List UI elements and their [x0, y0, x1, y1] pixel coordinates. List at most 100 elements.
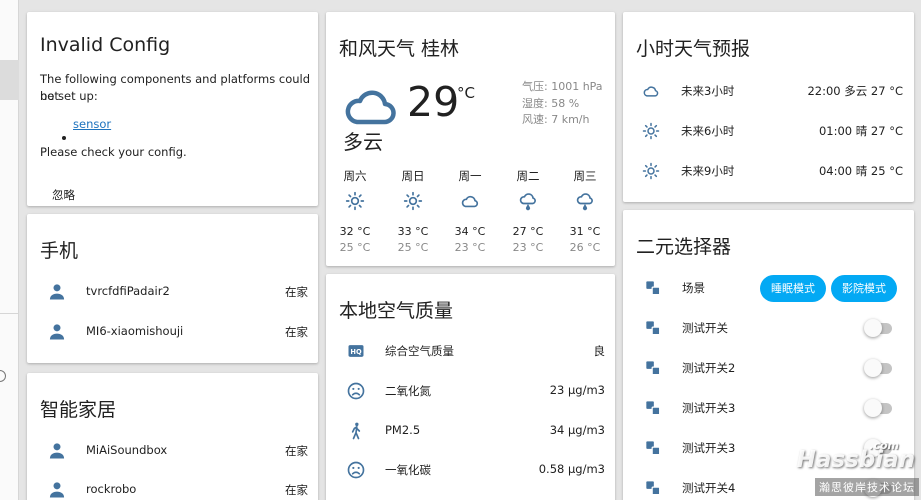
switch-label: 测试开关2 — [682, 361, 736, 375]
sidebar-edge — [0, 0, 19, 500]
entity-name: 一氧化碳 — [385, 463, 431, 477]
hourly-value: 04:00 晴 25 °C — [818, 164, 903, 178]
list-bullet — [62, 136, 66, 140]
info-icon[interactable] — [0, 370, 6, 382]
weather-card[interactable]: 和风天气 桂林 29 °C 多云 气压: 1001 hPa 湿度: 58 % 风… — [326, 12, 615, 266]
scene-icon — [646, 281, 661, 296]
entity-row[interactable]: 一氧化碳 0.58 μg/m3 — [326, 450, 615, 490]
wind-speed: 风速: 7 km/h — [522, 113, 590, 126]
forecast-day: 周三 31 °C 26 °C — [562, 168, 608, 254]
card-title: 智能家居 — [40, 399, 117, 421]
cloudy-icon — [461, 195, 479, 208]
component-link-sensor[interactable]: sensor — [73, 117, 111, 131]
rainy-icon — [519, 193, 536, 211]
entity-name: MiAiSoundbox — [86, 443, 168, 457]
forecast-high: 33 °C — [397, 225, 429, 238]
person-icon — [49, 482, 65, 498]
card-title: 本地空气质量 — [339, 300, 454, 322]
dismiss-button[interactable]: 忽略 — [52, 187, 75, 203]
entity-state: 23 μg/m3 — [549, 383, 605, 397]
switch-icon — [646, 401, 661, 416]
forecast-low: 25 °C — [339, 241, 371, 254]
config-message-cont: be set up: — [40, 89, 98, 103]
person-icon — [49, 324, 65, 340]
entity-state: 在家 — [285, 325, 308, 339]
hourly-label: 未来3小时 — [681, 84, 735, 98]
hourly-row[interactable]: 未来9小时 04:00 晴 25 °C — [623, 151, 914, 191]
toggle-switch[interactable] — [864, 319, 894, 337]
current-condition: 多云 — [343, 130, 383, 154]
forecast-low: 23 °C — [512, 241, 544, 254]
switch-icon — [646, 321, 661, 336]
phone-card: 手机 tvrcfdfiPadair2 在家 MI6-xiaomishouji 在… — [27, 214, 318, 363]
entity-row[interactable]: HQ 综合空气质量 良 — [326, 331, 615, 371]
sunny-icon — [642, 122, 660, 140]
sidebar-selected-item[interactable] — [0, 60, 19, 100]
toggle-switch[interactable] — [864, 399, 894, 417]
forecast-day: 周六 32 °C 25 °C — [332, 168, 378, 254]
switch-label: 测试开关3 — [682, 401, 736, 415]
walking-icon — [351, 422, 361, 440]
person-icon — [49, 284, 65, 300]
entity-row[interactable]: tvrcfdfiPadair2 在家 — [27, 272, 318, 312]
switch-label: 测试开关 — [682, 321, 728, 335]
hourly-row[interactable]: 未来6小时 01:00 晴 27 °C — [623, 111, 914, 151]
sunny-icon — [403, 191, 423, 211]
humidity: 湿度: 58 % — [522, 97, 580, 110]
cloudy-icon — [643, 86, 659, 97]
air-quality-card: 本地空气质量 HQ 综合空气质量 良 二氧化氮 23 μg/m3 PM2.5 3… — [326, 274, 615, 500]
entity-state: 在家 — [285, 444, 308, 458]
hq-icon: HQ — [348, 345, 364, 357]
entity-name: tvrcfdfiPadair2 — [86, 284, 170, 298]
temperature-unit: °C — [457, 84, 475, 102]
entity-row[interactable]: rockrobo 在家 — [27, 470, 318, 500]
forecast-high: 32 °C — [339, 225, 371, 238]
current-temperature: 29 — [407, 78, 460, 126]
entity-name: 二氧化氮 — [385, 384, 431, 398]
person-icon — [49, 443, 65, 459]
toggle-switch[interactable] — [864, 359, 894, 377]
forecast-high: 31 °C — [569, 225, 601, 238]
forecast-day-name: 周六 — [343, 169, 367, 183]
sunny-icon — [642, 162, 660, 180]
entity-name: MI6-xiaomishouji — [86, 324, 184, 338]
pressure: 气压: 1001 hPa — [522, 80, 603, 93]
hourly-label: 未来6小时 — [681, 124, 735, 138]
card-title: 二元选择器 — [636, 236, 732, 258]
forecast-day: 周一 34 °C 23 °C — [447, 168, 493, 254]
forecast-day-name: 周三 — [573, 169, 597, 183]
sunny-icon — [345, 191, 365, 211]
forecast-day-name: 周二 — [516, 169, 540, 183]
entity-row[interactable]: MiAiSoundbox 在家 — [27, 431, 318, 471]
switch-row: 测试开关3 — [623, 388, 914, 428]
watermark-brand: Hassbian — [796, 447, 915, 473]
entity-row[interactable]: PM2.5 34 μg/m3 — [326, 411, 615, 451]
forecast-day: 周二 27 °C 23 °C — [505, 168, 551, 254]
rainy-icon — [576, 193, 593, 211]
cloudy-icon — [345, 90, 396, 125]
card-title: 小时天气预报 — [636, 38, 751, 60]
hourly-forecast-card: 小时天气预报 未来3小时 22:00 多云 27 °C 未来6小时 01:00 … — [623, 12, 914, 202]
switch-label: 测试开关4 — [682, 481, 736, 495]
entity-row[interactable]: 二氧化氮 23 μg/m3 — [326, 371, 615, 411]
hourly-value: 22:00 多云 27 °C — [807, 84, 903, 98]
forecast-low: 25 °C — [397, 241, 429, 254]
forecast-day-name: 周日 — [401, 169, 425, 183]
switch-icon — [646, 441, 661, 456]
entity-state: 良 — [593, 344, 606, 358]
sleep-mode-button[interactable]: 睡眠模式 — [760, 275, 826, 302]
switch-icon — [646, 481, 661, 496]
entity-state: 0.58 μg/m3 — [538, 462, 605, 476]
sad-face-icon — [347, 461, 365, 479]
entity-row[interactable]: MI6-xiaomishouji 在家 — [27, 312, 318, 352]
watermark: .com Hassbian 瀚思彼岸技术论坛 — [776, 439, 921, 500]
cinema-mode-button[interactable]: 影院模式 — [831, 275, 897, 302]
scene-label: 场景 — [682, 281, 705, 295]
sidebar-divider — [0, 313, 19, 314]
entity-name: rockrobo — [86, 482, 137, 496]
entity-state: 在家 — [285, 483, 308, 497]
entity-state: 在家 — [285, 285, 308, 299]
hourly-row[interactable]: 未来3小时 22:00 多云 27 °C — [623, 71, 914, 111]
forecast-low: 23 °C — [454, 241, 486, 254]
card-title: 手机 — [40, 240, 79, 262]
